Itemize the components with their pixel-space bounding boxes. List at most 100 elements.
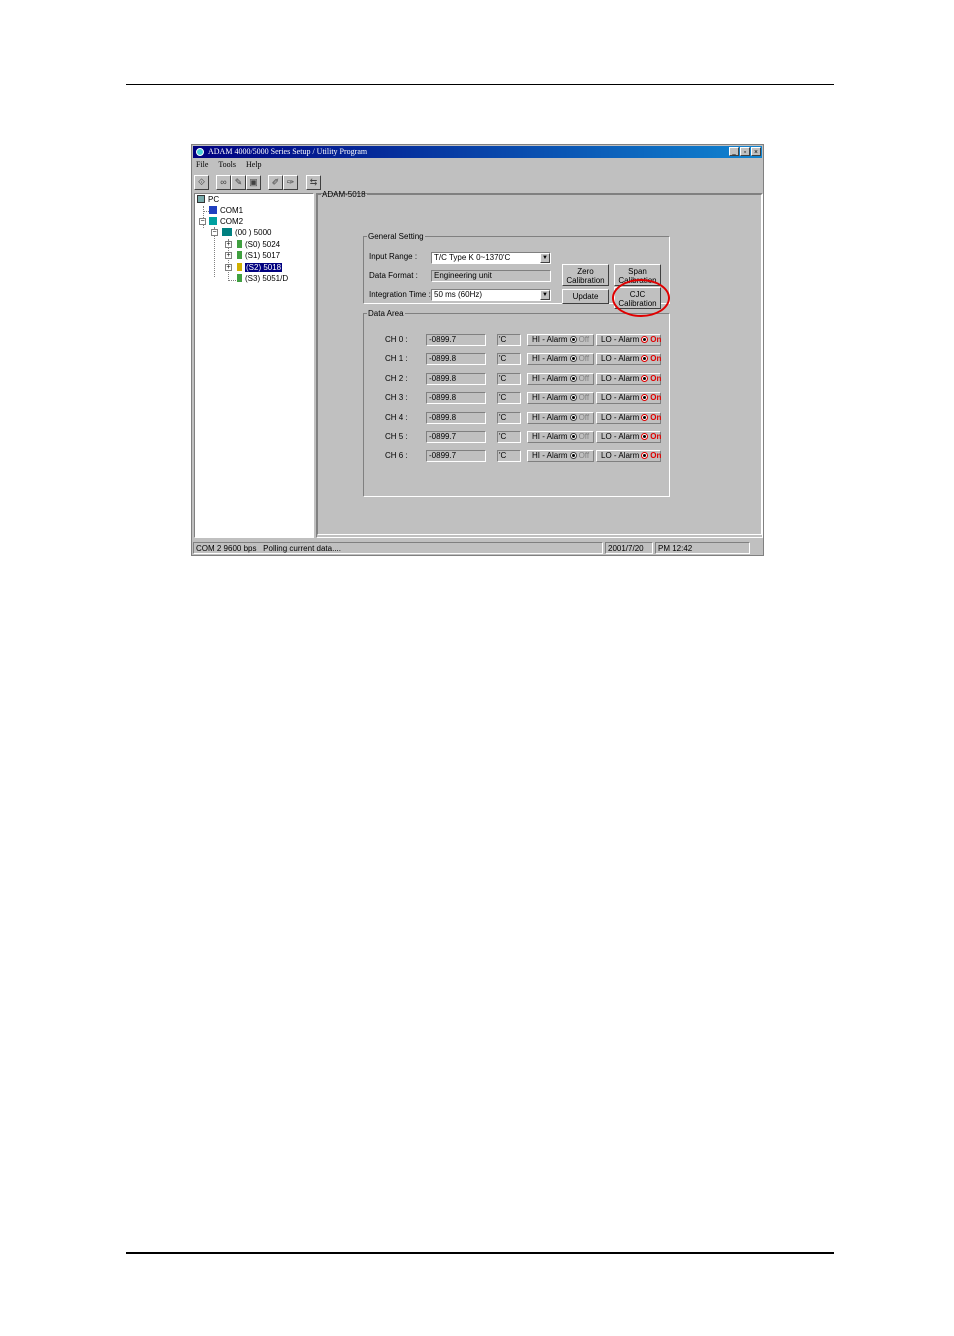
- card-icon: [237, 251, 242, 259]
- tree-node-slot0[interactable]: (S0) 5024: [237, 240, 280, 250]
- integration-time-select[interactable]: 50 ms (60Hz) ▼: [431, 289, 551, 301]
- lo-alarm-indicator[interactable]: LO - Alarm On: [596, 431, 661, 443]
- device-tree: PC COM1 − COM2 − (00 ) 5000 + (S0) 5024 …: [194, 193, 314, 538]
- radio-icon: [569, 452, 577, 460]
- integration-time-label: Integration Time :: [369, 290, 431, 299]
- channel-label: CH 4 :: [385, 412, 408, 422]
- hi-alarm-indicator[interactable]: HI - Alarm Off: [527, 392, 594, 405]
- channel-value-field: -0899.7: [426, 334, 486, 346]
- minimize-button[interactable]: _: [729, 147, 739, 156]
- radio-icon: [569, 413, 577, 421]
- lo-alarm-indicator[interactable]: LO - Alarm On: [596, 411, 661, 424]
- collapse-icon[interactable]: −: [211, 229, 218, 236]
- tree-node-slot1[interactable]: (S1) 5017: [237, 251, 280, 261]
- input-range-label: Input Range :: [369, 252, 418, 261]
- channel-value-field: -0899.7: [426, 431, 486, 443]
- cjc-highlight-circle: [612, 279, 670, 317]
- channel-label: CH 2 :: [385, 373, 408, 383]
- title-bar[interactable]: ADAM 4000/5000 Series Setup / Utility Pr…: [193, 146, 762, 158]
- module-name: ADAM-5018: [322, 190, 366, 199]
- app-icon: [196, 148, 204, 156]
- tool-icon[interactable]: ✎: [231, 175, 246, 190]
- lo-alarm-indicator[interactable]: LO - Alarm On: [596, 353, 661, 366]
- restore-button[interactable]: ▫: [740, 147, 750, 156]
- hi-alarm-indicator[interactable]: HI - Alarm Off: [527, 411, 594, 424]
- expand-icon[interactable]: +: [225, 241, 232, 248]
- dropdown-arrow-icon[interactable]: ▼: [540, 253, 550, 263]
- edit-icon[interactable]: ✐: [268, 175, 283, 190]
- menu-help[interactable]: Help: [246, 160, 262, 169]
- channel-value-field: -0899.8: [426, 392, 486, 405]
- port-icon: [209, 206, 217, 214]
- card-icon: [237, 274, 242, 282]
- status-message: COM 2 9600 bps Polling current data....: [193, 542, 603, 554]
- close-button[interactable]: ×: [751, 147, 761, 156]
- menu-tools[interactable]: Tools: [218, 160, 236, 169]
- radio-icon: [569, 355, 577, 363]
- radio-icon: [641, 355, 649, 363]
- card-selected-icon: [237, 263, 242, 271]
- channel-unit-field: 'C: [497, 450, 521, 463]
- channel-unit-field: 'C: [497, 411, 521, 424]
- channel-label: CH 3 :: [385, 393, 408, 403]
- channel-value-field: -0899.8: [426, 411, 486, 424]
- collapse-icon[interactable]: −: [199, 218, 206, 225]
- tree-node-com1[interactable]: COM1: [209, 206, 243, 216]
- channel-label: CH 1 :: [385, 354, 408, 364]
- update-button[interactable]: Update: [562, 289, 609, 304]
- channel-value-field: -0899.8: [426, 372, 486, 385]
- terminal-icon[interactable]: ▣: [246, 175, 261, 190]
- input-range-select[interactable]: T/C Type K 0~1370'C ▼: [431, 252, 551, 264]
- radio-icon: [641, 336, 649, 343]
- menu-bar: File Tools Help: [196, 160, 270, 172]
- expand-icon[interactable]: +: [225, 264, 232, 271]
- hi-alarm-indicator[interactable]: HI - Alarm Off: [527, 372, 594, 385]
- channel-label: CH 5 :: [385, 432, 408, 441]
- status-bar: COM 2 9600 bps Polling current data.... …: [193, 541, 762, 555]
- port-icon: [209, 217, 217, 225]
- channel-unit-field: 'C: [497, 392, 521, 405]
- radio-icon: [569, 374, 577, 382]
- computer-icon: [197, 195, 205, 203]
- tree-node-pc[interactable]: PC: [197, 195, 219, 205]
- channel-label: CH 0 :: [385, 335, 408, 344]
- status-time: PM 12:42: [655, 542, 750, 554]
- radio-icon: [641, 452, 649, 460]
- lo-alarm-indicator[interactable]: LO - Alarm On: [596, 450, 661, 463]
- menu-file[interactable]: File: [196, 160, 208, 169]
- lo-alarm-indicator[interactable]: LO - Alarm On: [596, 372, 661, 385]
- tree-node-slot3[interactable]: (S3) 5051/D: [237, 274, 288, 284]
- hi-alarm-indicator[interactable]: HI - Alarm Off: [527, 353, 594, 366]
- general-setting-legend: General Setting: [368, 232, 424, 241]
- radio-icon: [569, 433, 577, 440]
- radio-icon: [641, 394, 649, 402]
- search-icon[interactable]: ⟐: [194, 175, 209, 190]
- channel-unit-field: 'C: [497, 431, 521, 443]
- channel-value-field: -0899.8: [426, 353, 486, 366]
- binoculars-icon[interactable]: ∞: [216, 175, 231, 190]
- dropdown-arrow-icon[interactable]: ▼: [540, 290, 550, 300]
- hi-alarm-indicator[interactable]: HI - Alarm Off: [527, 334, 594, 346]
- module-panel: ADAM-5018 General Setting Input Range : …: [316, 190, 763, 538]
- lo-alarm-indicator[interactable]: LO - Alarm On: [596, 392, 661, 405]
- expand-icon[interactable]: +: [225, 252, 232, 259]
- lo-alarm-indicator[interactable]: LO - Alarm On: [596, 334, 661, 346]
- exit-icon[interactable]: ⇆: [306, 175, 321, 190]
- card-icon: [237, 240, 242, 248]
- tree-node-com2[interactable]: COM2: [209, 217, 243, 227]
- hi-alarm-indicator[interactable]: HI - Alarm Off: [527, 431, 594, 443]
- tree-node-base[interactable]: (00 ) 5000: [222, 228, 271, 238]
- channel-unit-field: 'C: [497, 353, 521, 366]
- data-area-legend: Data Area: [368, 309, 404, 318]
- window-title: ADAM 4000/5000 Series Setup / Utility Pr…: [208, 147, 368, 156]
- channel-value-field: -0899.7: [426, 450, 486, 463]
- pen-icon[interactable]: ✑: [283, 175, 298, 190]
- tree-node-slot2[interactable]: (S2) 5018: [237, 263, 283, 273]
- header-rule: [126, 84, 834, 85]
- hi-alarm-indicator[interactable]: HI - Alarm Off: [527, 450, 594, 463]
- radio-icon: [569, 394, 577, 402]
- radio-icon: [569, 336, 577, 343]
- radio-icon: [641, 374, 649, 382]
- data-format-label: Data Format :: [369, 271, 418, 280]
- zero-calibration-button[interactable]: Zero Calibration: [562, 264, 609, 286]
